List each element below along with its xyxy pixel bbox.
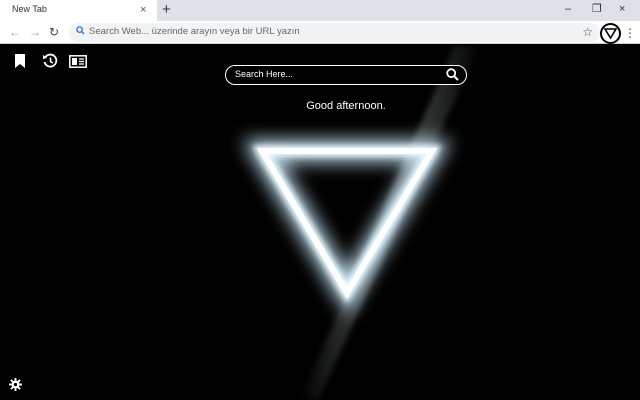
tab-new-tab[interactable]: New Tab ×	[0, 0, 157, 21]
triangle-icon	[603, 28, 618, 40]
tab-title: New Tab	[12, 4, 47, 14]
address-bar-placeholder: Search Web... üzerinde arayın veya bir U…	[89, 26, 300, 37]
news-icon[interactable]	[69, 55, 87, 68]
restore-button[interactable]: ❐	[592, 2, 602, 16]
close-window-button[interactable]: ×	[619, 2, 625, 16]
address-bar[interactable]: Search Web... üzerinde arayın veya bir U…	[69, 23, 600, 42]
bookmark-icon[interactable]	[14, 54, 26, 68]
triangle-extension-button[interactable]	[600, 23, 621, 44]
gear-icon[interactable]	[9, 378, 22, 391]
tab-strip: New Tab × + – ❐ ×	[0, 0, 640, 21]
search-icon[interactable]	[446, 68, 459, 81]
forward-button[interactable]: →	[29, 24, 41, 40]
browser-menu-button[interactable]: ⋮	[624, 25, 636, 41]
greeting-text: Good afternoon.	[306, 100, 386, 112]
browser-toolbar: ← → ↻ Search Web... üzerinde arayın veya…	[0, 21, 640, 44]
reload-button[interactable]: ↻	[49, 24, 59, 40]
minimize-button[interactable]: –	[565, 2, 571, 16]
search-input[interactable]: Search Here...	[225, 65, 467, 85]
back-button[interactable]: ←	[9, 24, 21, 40]
tab-close-button[interactable]: ×	[140, 3, 146, 17]
search-icon	[76, 26, 85, 35]
new-tab-page: Search Here... Good afternoon.	[0, 45, 640, 400]
bookmark-star-button[interactable]: ☆	[582, 24, 593, 40]
new-tab-button[interactable]: +	[162, 1, 171, 19]
history-icon[interactable]	[42, 53, 58, 69]
search-placeholder: Search Here...	[235, 69, 294, 79]
glowing-triangle-wallpaper	[242, 45, 480, 400]
